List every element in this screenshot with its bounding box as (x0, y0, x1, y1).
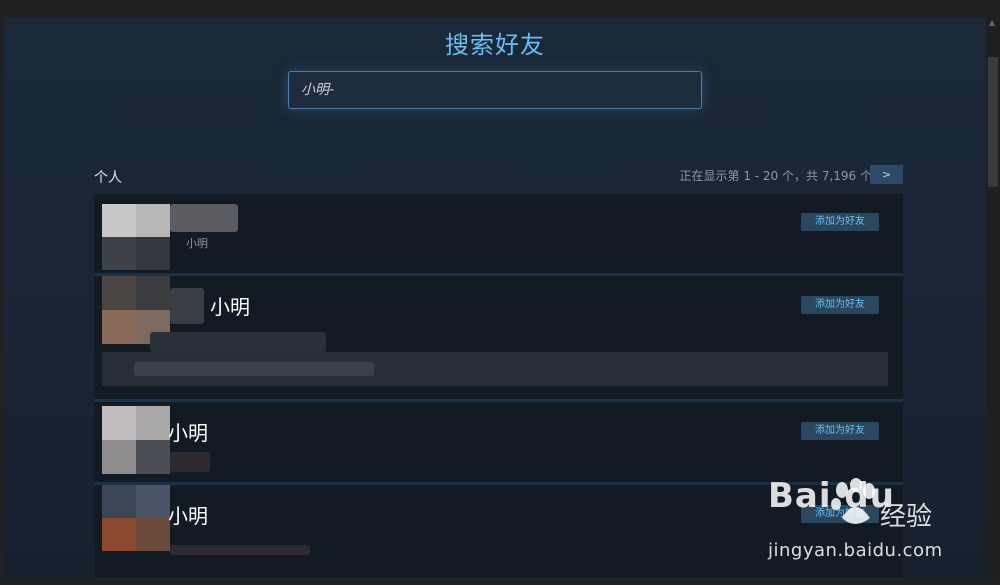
next-page-button[interactable]: > (870, 165, 903, 184)
watermark-brand: 经验 (880, 502, 933, 532)
vertical-scrollbar[interactable]: ▲ (986, 17, 1000, 577)
page-title: 搜索好友 (445, 31, 545, 59)
search-input[interactable]: 小明- (288, 71, 702, 109)
add-friend-button[interactable]: 添加为好友 (801, 213, 879, 231)
result-name: 小明 (168, 504, 208, 528)
watermark-url: jingyan.baidu.com (768, 540, 943, 561)
result-row: 小明 添加为好友 (94, 402, 903, 485)
result-row: 小明 添加为好友 (94, 194, 903, 276)
add-friend-button[interactable]: 添加为好友 (801, 422, 879, 440)
avatar[interactable] (102, 485, 170, 551)
result-row: 小明 添加为好友 (94, 276, 903, 402)
avatar[interactable] (102, 204, 170, 270)
pagination-text: 正在显示第 1 - 20 个，共 7,196 个 (679, 169, 872, 183)
result-name: 小明 (210, 295, 250, 319)
result-name: 小明 (168, 421, 208, 445)
paw-icon (831, 478, 875, 524)
result-subname: 小明 (186, 237, 208, 250)
scrollbar-thumb[interactable] (988, 57, 998, 187)
section-label-people: 个人 (94, 170, 122, 186)
scroll-up-arrow-icon[interactable]: ▲ (989, 19, 997, 27)
window-top-bar (0, 0, 1000, 17)
add-friend-button[interactable]: 添加为好友 (801, 296, 879, 314)
avatar[interactable] (102, 406, 170, 474)
